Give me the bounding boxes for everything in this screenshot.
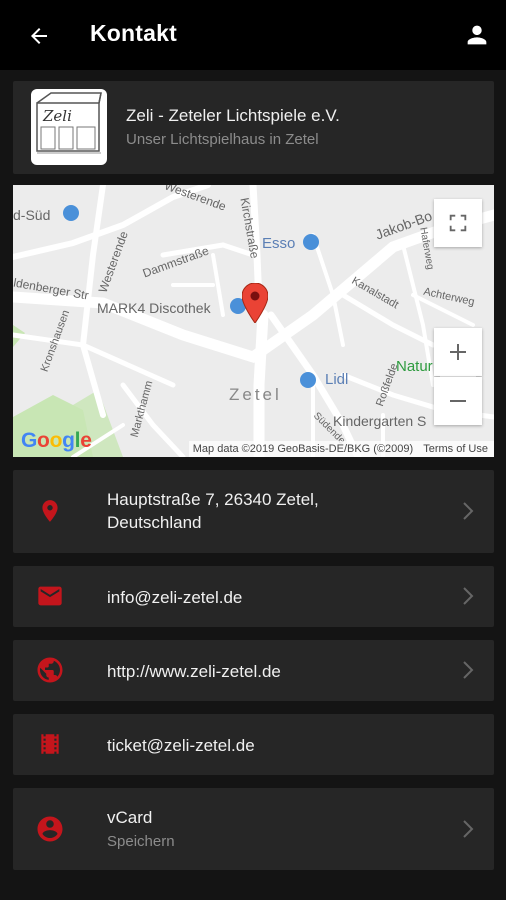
zoom-in-button[interactable]	[434, 328, 482, 376]
contact-row-website[interactable]: http://www.zeli-zetel.de	[13, 640, 494, 701]
contact-row-ticket[interactable]: ticket@zeli-zetel.de	[13, 714, 494, 775]
film-icon	[35, 729, 65, 759]
website-text: http://www.zeli-zetel.de	[107, 662, 281, 681]
map-view[interactable]: d-Süd Westerende Dammstraße Kirchstraße …	[13, 185, 494, 457]
contact-row-email[interactable]: info@zeli-zetel.de	[13, 566, 494, 627]
back-button[interactable]	[22, 19, 56, 53]
account-button[interactable]	[460, 18, 494, 52]
svg-text:Zeli: Zeli	[42, 107, 72, 125]
terms-of-use-link[interactable]: Terms of Use	[423, 443, 488, 455]
globe-icon	[35, 655, 65, 685]
mail-icon	[35, 581, 65, 611]
map-marker-icon[interactable]	[242, 283, 268, 323]
zoom-out-button[interactable]	[434, 377, 482, 425]
address-line-2: Deutschland	[107, 513, 202, 532]
contact-row-vcard[interactable]: vCard Speichern	[13, 788, 494, 870]
chevron-right-icon	[460, 584, 476, 608]
email-text: info@zeli-zetel.de	[107, 588, 243, 607]
organization-card: Zeli Zeli - Zeteler Lichtspiele e.V. Uns…	[13, 81, 494, 174]
map-label: Zetel	[229, 385, 282, 404]
plus-icon	[450, 344, 466, 360]
page-title: Kontakt	[90, 20, 178, 46]
person-icon	[467, 25, 487, 45]
map-label: Kindergarten S	[333, 413, 427, 429]
location-pin-icon	[35, 496, 65, 526]
chevron-right-icon	[460, 658, 476, 682]
vcard-label: vCard	[107, 808, 153, 827]
map-label: Natur	[396, 358, 433, 375]
map-data-credit: Map data ©2019 GeoBasis-DE/BKG (©2009)	[192, 443, 414, 455]
fullscreen-icon	[449, 214, 467, 232]
app-bar: Kontakt	[0, 0, 506, 70]
organization-subtitle: Unser Lichtspielhaus in Zetel	[126, 131, 319, 148]
map-label: Esso	[262, 235, 296, 252]
map-label: MARK4 Discothek	[97, 300, 211, 316]
vcard-sublabel: Speichern	[107, 833, 175, 850]
map-label: Lidl	[325, 371, 349, 388]
account-circle-icon	[35, 814, 65, 844]
chevron-right-icon	[460, 499, 476, 523]
arrow-left-icon	[31, 28, 47, 44]
minus-icon	[450, 400, 466, 402]
address-line-1: Hauptstraße 7, 26340 Zetel,	[107, 490, 319, 509]
chevron-right-icon	[460, 817, 476, 841]
map-label: d-Süd	[13, 207, 51, 223]
ticket-email-text: ticket@zeli-zetel.de	[107, 736, 255, 755]
contact-row-address[interactable]: Hauptstraße 7, 26340 Zetel, Deutschland	[13, 470, 494, 553]
organization-name: Zeli - Zeteler Lichtspiele e.V.	[126, 106, 340, 125]
google-logo: Google	[21, 429, 92, 452]
organization-logo: Zeli	[31, 89, 107, 165]
map-attribution: Map data ©2019 GeoBasis-DE/BKG (©2009) Te…	[188, 441, 494, 457]
fullscreen-button[interactable]	[434, 199, 482, 247]
